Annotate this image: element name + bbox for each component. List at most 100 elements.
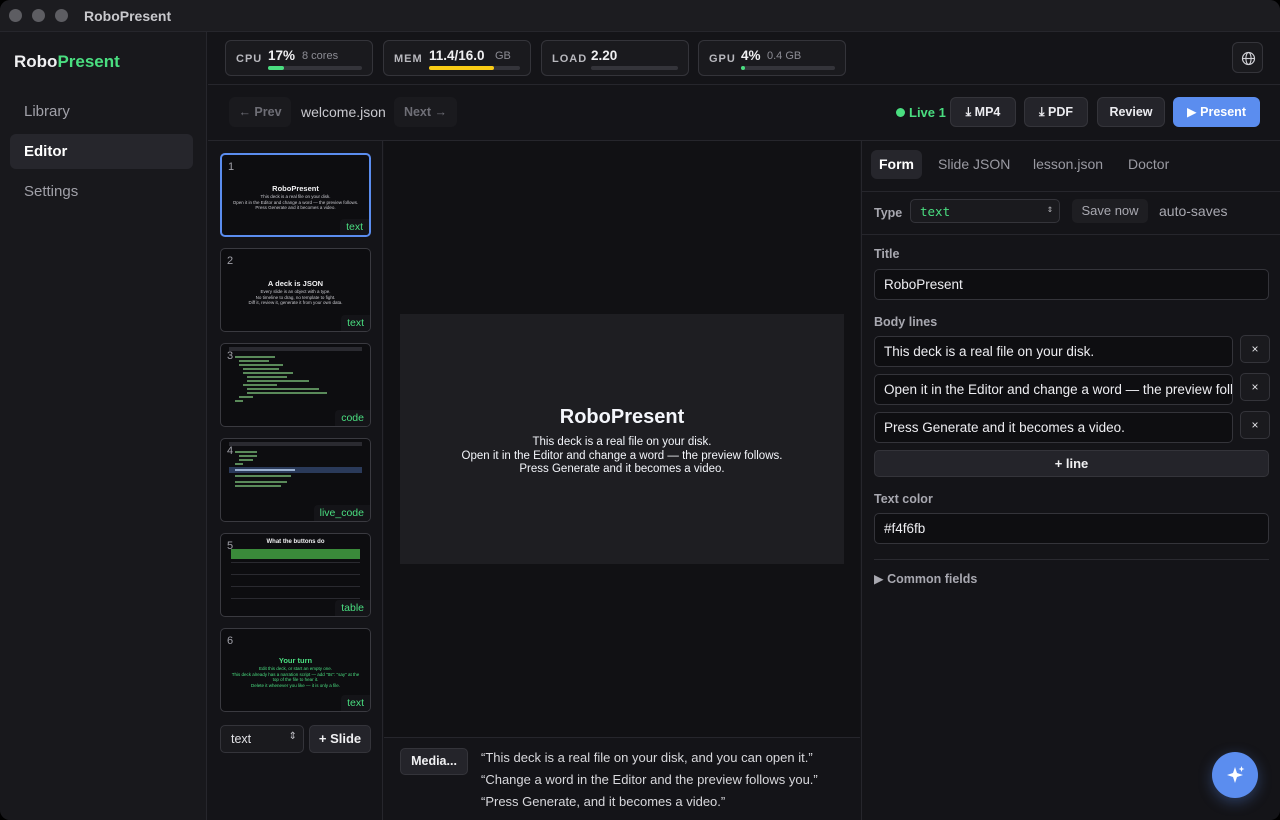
stat-value: 4% [741,48,761,63]
body-line-input[interactable]: Press Generate and it becomes a video. [874,412,1233,443]
language-button[interactable] [1232,42,1263,73]
title-input[interactable]: RoboPresent [874,269,1269,300]
body-lines-label: Body lines [874,315,938,329]
slide-type-tag: table [335,600,370,616]
common-fields-toggle[interactable]: ▶ Common fields [874,571,977,586]
tab-form[interactable]: Form [871,150,922,179]
mp4-label: MP4 [974,105,1001,119]
table-header-row [231,549,360,559]
sidebar-item-settings[interactable]: Settings [10,174,193,209]
prev-slide-button[interactable]: ← Prev [229,97,291,127]
close-window-button[interactable] [9,9,22,22]
table-row-line [231,574,360,575]
slide-number: 1 [228,161,235,173]
thumb-body-line: Diff it, review it, generate it from you… [248,300,343,305]
type-label: Type [874,206,903,220]
preview-body-line: Open it in the Editor and change a word … [461,449,783,462]
minimize-window-button[interactable] [32,9,45,22]
slide-thumbnail-4[interactable]: 4 live_code [220,438,371,522]
code-line [235,356,275,358]
download-icon: ⤓ [1038,105,1045,119]
present-label: Present [1200,105,1246,119]
thumb-body: Every slide is an object with a type. No … [221,289,370,306]
code-line [235,485,281,487]
thumb-title: A deck is JSON [267,279,324,288]
export-pdf-button[interactable]: ⤓ PDF [1024,97,1088,127]
next-slide-button[interactable]: Next → [394,97,457,127]
code-line [235,481,287,483]
stat-sub: 0.4 GB [767,50,802,62]
play-icon: ▶ [1187,105,1197,119]
slide-number: 4 [227,445,234,457]
slide-type-select[interactable]: text ⇕ [910,199,1060,223]
slide-editor-panel: Form Slide JSON lesson.json Doctor Type … [861,141,1280,820]
code-line [235,463,243,465]
slide-thumbnail-5[interactable]: 5 What the buttons do table [220,533,371,617]
slide-thumbnail-2[interactable]: 2 A deck is JSON Every slide is an objec… [220,248,371,332]
slide-type-value: text [920,204,951,219]
tab-slide-json[interactable]: Slide JSON [930,150,1018,179]
title-bar: RoboPresent [0,0,1280,32]
deck-filename: welcome.json [301,104,386,120]
code-header-bar [229,347,362,351]
body-line-input[interactable]: Open it in the Editor and change a word … [874,374,1233,405]
code-line [235,475,291,477]
stat-label: CPU [236,53,263,65]
add-line-button[interactable]: + line [874,450,1269,477]
cpu-stat: CPU 17% 8 cores [225,40,373,76]
body-line-input[interactable]: This deck is a real file on your disk. [874,336,1233,367]
stat-label: MEM [394,53,423,65]
text-color-label: Text color [874,492,933,506]
section-divider [874,559,1269,560]
slide-thumbnail-1[interactable]: 1 RoboPresent This deck is a real file o… [220,153,371,237]
add-slide-button[interactable]: + Slide [309,725,371,753]
sidebar-item-editor[interactable]: Editor [10,134,193,169]
load-stat: LOAD 2.20 [541,40,689,76]
type-row: Type text ⇕ Save now auto-saves [862,191,1280,235]
code-line [235,451,257,453]
thumb-body-line: This deck already has a narration script… [231,671,360,683]
slide-preview[interactable]: RoboPresent This deck is a real file on … [400,314,844,564]
code-line [243,384,277,386]
code-line [239,455,257,457]
slide-type-tag: text [341,695,370,711]
code-line [239,364,283,366]
text-color-input[interactable]: #f4f6fb [874,513,1269,544]
chevron-updown-icon: ⇕ [288,731,297,742]
mem-stat: MEM 11.4/16.0 GB [383,40,531,76]
sidebar: RoboPresent Library Editor Settings [0,32,207,820]
tab-lesson-json[interactable]: lesson.json [1025,150,1111,179]
remove-line-button[interactable]: × [1240,411,1270,439]
thumb-body: Edit this deck, or start an empty one. Th… [221,666,370,688]
slide-thumbnail-3[interactable]: 3 code [220,343,371,427]
gpu-meter [741,66,835,70]
tab-doctor[interactable]: Doctor [1120,150,1177,179]
remove-line-button[interactable]: × [1240,335,1270,363]
assistant-button[interactable] [1212,752,1258,798]
sparkle-icon [1227,766,1245,783]
stat-label: LOAD [552,53,588,65]
review-button[interactable]: Review [1097,97,1165,127]
cpu-meter-fill [268,66,284,70]
table-row-line [231,562,360,563]
save-now-button[interactable]: Save now [1072,199,1148,223]
slide-thumbnail-6[interactable]: 6 Your turn Edit this deck, or start an … [220,628,371,712]
code-line [243,368,279,370]
sidebar-item-library[interactable]: Library [10,94,193,129]
new-slide-type-select[interactable]: text ⇕ [220,725,304,753]
present-button[interactable]: ▶ Present [1173,97,1260,127]
globe-icon [1241,51,1256,66]
media-button[interactable]: Media... [400,748,468,775]
thumb-body-line: Press Generate and it becomes a video. [255,205,336,210]
brand-suffix: Present [57,52,120,71]
stat-sub: GB [495,50,511,62]
live-label: Live 1 [909,105,946,120]
slide-type-tag: text [341,315,370,331]
export-mp4-button[interactable]: ⤓ MP4 [950,97,1016,127]
remove-line-button[interactable]: × [1240,373,1270,401]
thumb-body: This deck is a real file on your disk. Op… [222,194,369,211]
preview-title: RoboPresent [559,406,685,428]
code-header-bar [229,442,362,446]
cpu-meter [268,66,362,70]
zoom-window-button[interactable] [55,9,68,22]
